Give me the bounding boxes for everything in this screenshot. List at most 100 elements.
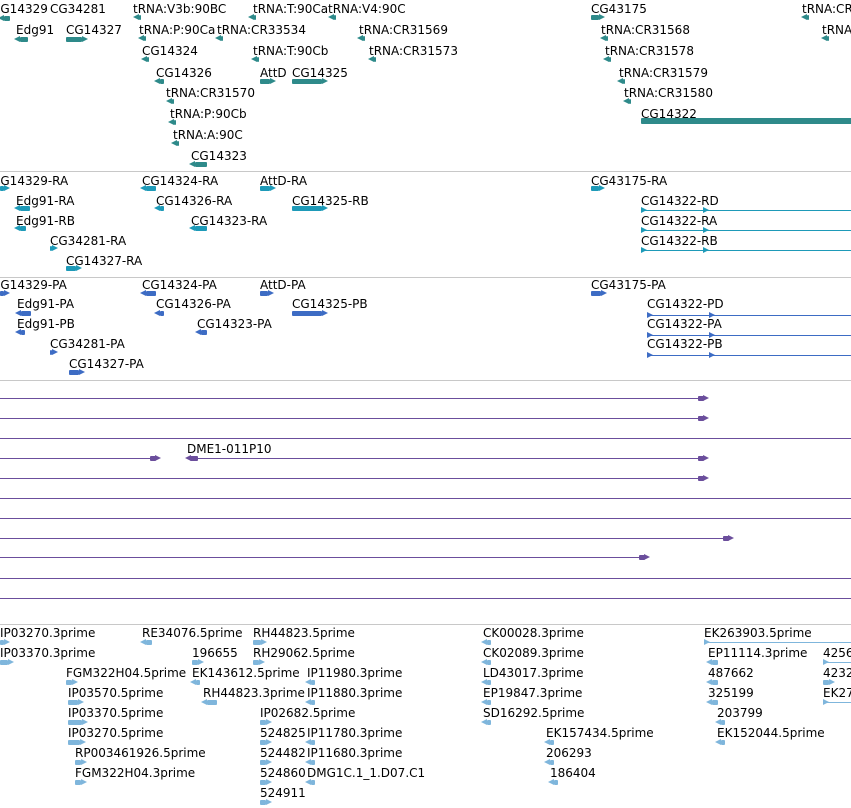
feature-glyph[interactable] bbox=[66, 37, 82, 42]
arrow-right-icon bbox=[823, 699, 829, 705]
feature-glyph[interactable] bbox=[374, 57, 376, 62]
feature-glyph[interactable] bbox=[146, 186, 156, 191]
arrow-right-icon bbox=[261, 639, 267, 645]
feature-glyph[interactable] bbox=[311, 760, 315, 765]
feature-glyph[interactable] bbox=[712, 700, 718, 705]
feature-glyph[interactable] bbox=[487, 640, 491, 645]
feature-glyph[interactable] bbox=[311, 700, 315, 705]
feature-glyph[interactable] bbox=[311, 740, 315, 745]
feature-line[interactable] bbox=[0, 498, 851, 499]
feature-glyph[interactable] bbox=[253, 640, 261, 645]
feature-glyph[interactable] bbox=[363, 36, 365, 41]
feature-glyph[interactable] bbox=[260, 291, 268, 296]
feature-glyph[interactable] bbox=[623, 79, 625, 84]
feature-glyph[interactable] bbox=[292, 206, 322, 211]
feature-glyph[interactable] bbox=[292, 79, 322, 84]
feature-line[interactable] bbox=[0, 398, 706, 399]
feature-glyph[interactable] bbox=[20, 37, 28, 42]
feature-glyph[interactable] bbox=[311, 780, 315, 785]
feature-glyph[interactable] bbox=[146, 640, 152, 645]
feature-glyph[interactable] bbox=[0, 660, 8, 665]
feature-glyph[interactable] bbox=[221, 36, 223, 41]
feature-line[interactable] bbox=[0, 598, 851, 599]
feature-glyph[interactable] bbox=[20, 206, 30, 211]
feature-glyph[interactable] bbox=[591, 186, 599, 191]
feature-glyph[interactable] bbox=[160, 79, 164, 84]
feature-glyph[interactable] bbox=[195, 162, 207, 167]
feature-glyph[interactable] bbox=[201, 330, 207, 335]
feature-glyph[interactable] bbox=[550, 760, 554, 765]
feature-line[interactable] bbox=[187, 458, 706, 459]
feature-glyph[interactable] bbox=[207, 700, 217, 705]
feature-glyph[interactable] bbox=[146, 291, 156, 296]
feature-glyph[interactable] bbox=[554, 780, 558, 785]
feature-line[interactable] bbox=[641, 250, 851, 251]
feature-glyph[interactable] bbox=[177, 141, 179, 146]
feature-glyph[interactable] bbox=[66, 266, 76, 271]
feature-line[interactable] bbox=[0, 518, 851, 519]
feature-glyph[interactable] bbox=[68, 740, 80, 745]
feature-glyph[interactable] bbox=[160, 206, 164, 211]
feature-glyph[interactable] bbox=[144, 36, 146, 41]
feature-line[interactable] bbox=[641, 230, 851, 231]
feature-glyph[interactable] bbox=[68, 720, 82, 725]
feature-glyph[interactable] bbox=[4, 16, 10, 21]
feature-line[interactable] bbox=[647, 335, 851, 336]
feature-glyph[interactable] bbox=[591, 15, 599, 20]
feature-line[interactable] bbox=[0, 418, 706, 419]
feature-glyph[interactable] bbox=[254, 15, 256, 20]
feature-glyph[interactable] bbox=[20, 226, 26, 231]
feature-line[interactable] bbox=[647, 355, 851, 356]
feature-line[interactable] bbox=[0, 578, 851, 579]
feature-glyph[interactable] bbox=[487, 660, 491, 665]
feature-glyph[interactable] bbox=[487, 720, 491, 725]
feature-glyph[interactable] bbox=[629, 99, 631, 104]
feature-glyph[interactable] bbox=[172, 99, 174, 104]
feature-glyph[interactable] bbox=[334, 15, 336, 20]
arrow-left-icon bbox=[706, 699, 712, 705]
feature-glyph[interactable] bbox=[712, 680, 718, 685]
feature-glyph[interactable] bbox=[196, 680, 200, 685]
feature-glyph[interactable] bbox=[606, 36, 608, 41]
feature-line[interactable] bbox=[0, 458, 158, 459]
feature-line[interactable] bbox=[0, 538, 731, 539]
feature-glyph[interactable] bbox=[21, 330, 25, 335]
feature-glyph[interactable] bbox=[260, 186, 270, 191]
feature-glyph[interactable] bbox=[641, 118, 851, 124]
feature-glyph[interactable] bbox=[257, 57, 259, 62]
feature-label: CG14325 bbox=[292, 66, 348, 80]
gene-track: CG14329CG34281 Edg91 CG14327 tRNA:V3b:90BC t… bbox=[0, 0, 851, 171]
feature-glyph[interactable] bbox=[487, 700, 491, 705]
feature-line[interactable] bbox=[0, 478, 706, 479]
feature-glyph[interactable] bbox=[21, 311, 31, 316]
arrow-left-icon bbox=[706, 659, 712, 665]
feature-glyph[interactable] bbox=[260, 79, 270, 84]
feature-line[interactable] bbox=[0, 438, 851, 439]
feature-glyph[interactable] bbox=[609, 57, 611, 62]
feature-glyph[interactable] bbox=[68, 700, 78, 705]
feature-line[interactable] bbox=[0, 557, 647, 558]
feature-glyph[interactable] bbox=[721, 720, 725, 725]
feature-glyph[interactable] bbox=[712, 660, 718, 665]
feature-label: tRNA:CR33534 bbox=[217, 23, 306, 37]
feature-label: tRNA:CR31573 bbox=[369, 44, 458, 58]
feature-glyph[interactable] bbox=[69, 370, 79, 375]
feature-glyph[interactable] bbox=[311, 680, 315, 685]
feature-glyph[interactable] bbox=[195, 226, 207, 231]
feature-glyph[interactable] bbox=[827, 36, 829, 41]
feature-glyph[interactable] bbox=[807, 15, 809, 20]
feature-glyph[interactable] bbox=[550, 740, 554, 745]
feature-start-glyph[interactable] bbox=[190, 456, 198, 461]
arrow-right-icon bbox=[4, 639, 10, 645]
feature-glyph[interactable] bbox=[147, 57, 149, 62]
feature-glyph[interactable] bbox=[721, 740, 725, 745]
feature-glyph[interactable] bbox=[139, 15, 141, 20]
feature-line[interactable] bbox=[641, 210, 851, 211]
feature-line[interactable] bbox=[704, 642, 851, 643]
feature-glyph[interactable] bbox=[591, 291, 601, 296]
feature-glyph[interactable] bbox=[160, 311, 164, 316]
feature-glyph[interactable] bbox=[174, 120, 176, 125]
feature-line[interactable] bbox=[647, 315, 851, 316]
feature-glyph[interactable] bbox=[292, 311, 322, 316]
feature-glyph[interactable] bbox=[487, 680, 491, 685]
